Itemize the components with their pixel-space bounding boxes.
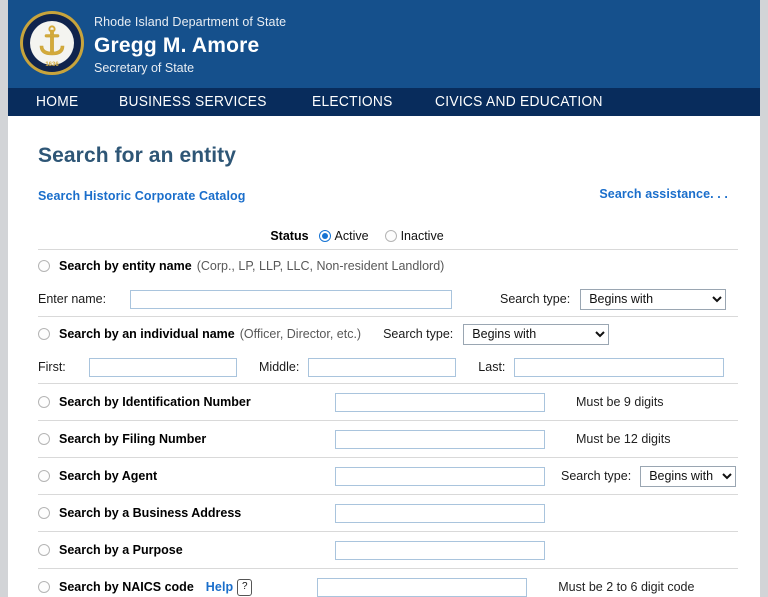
- radio-business-address[interactable]: [38, 507, 50, 519]
- status-label: Status: [270, 229, 308, 243]
- seal-year-text: 1636: [45, 62, 59, 68]
- first-name-label: First:: [38, 360, 89, 374]
- radio-entity-name[interactable]: [38, 260, 50, 272]
- department-name: Rhode Island Department of State: [94, 14, 286, 30]
- individual-search-type-select[interactable]: Begins with: [463, 324, 609, 345]
- sublabel-individual-name: (Officer, Director, etc.): [240, 327, 361, 341]
- status-label-active[interactable]: Active: [335, 229, 369, 243]
- label-business-address: Search by a Business Address: [59, 506, 335, 520]
- identification-number-input[interactable]: [335, 393, 545, 412]
- input-row-individual-name: First: Middle: Last:: [38, 351, 738, 383]
- option-row-agent: Search by Agent Search type: Begins with: [38, 458, 738, 494]
- question-mark-icon[interactable]: ?: [237, 579, 252, 596]
- nav-item-civics-and-education[interactable]: CIVICS AND EDUCATION: [435, 94, 603, 110]
- hint-filing-number: Must be 12 digits: [576, 432, 671, 446]
- quick-links-row: Search Historic Corporate Catalog Search…: [38, 187, 738, 207]
- option-row-purpose: Search by a Purpose: [38, 532, 738, 568]
- enter-name-label: Enter name:: [38, 292, 130, 306]
- agent-search-type-label: Search type:: [561, 469, 631, 483]
- radio-agent[interactable]: [38, 470, 50, 482]
- naics-code-input[interactable]: [317, 578, 527, 597]
- business-address-input[interactable]: [335, 504, 545, 523]
- option-row-naics-code: Search by NAICS code Help ? Must be 2 to…: [38, 569, 738, 597]
- status-radio-active[interactable]: [319, 230, 331, 242]
- masthead-text-block: Rhode Island Department of State Gregg M…: [94, 14, 286, 76]
- agent-search-type-select[interactable]: Begins with: [640, 466, 736, 487]
- label-entity-name: Search by entity name: [59, 259, 192, 273]
- last-name-label: Last:: [478, 360, 505, 374]
- option-row-filing-number: Search by Filing Number Must be 12 digit…: [38, 421, 738, 457]
- status-radio-inactive[interactable]: [385, 230, 397, 242]
- radio-identification-number[interactable]: [38, 396, 50, 408]
- hint-identification-number: Must be 9 digits: [576, 395, 664, 409]
- label-identification-number: Search by Identification Number: [59, 395, 335, 409]
- historic-catalog-link[interactable]: Search Historic Corporate Catalog: [38, 189, 246, 203]
- option-row-individual-name: Search by an individual name (Officer, D…: [38, 317, 738, 351]
- last-name-input[interactable]: [514, 358, 724, 377]
- label-agent: Search by Agent: [59, 469, 335, 483]
- label-individual-name: Search by an individual name: [59, 327, 235, 341]
- input-row-entity-name: Enter name: Search type: Begins with: [38, 282, 738, 316]
- entity-search-type-label: Search type:: [500, 292, 570, 306]
- label-purpose: Search by a Purpose: [59, 543, 335, 557]
- main-content: Search for an entity Search Historic Cor…: [8, 144, 760, 597]
- officer-name: Gregg M. Amore: [94, 32, 286, 59]
- page-container: 1636 Rhode Island Department of State Gr…: [8, 0, 760, 597]
- label-naics-code: Search by NAICS code: [59, 580, 194, 594]
- option-row-entity-name: Search by entity name (Corp., LP, LLP, L…: [38, 250, 738, 282]
- officer-role: Secretary of State: [94, 60, 286, 76]
- individual-search-type-label: Search type:: [383, 327, 453, 341]
- state-seal-logo: 1636: [18, 8, 86, 78]
- entity-name-input[interactable]: [130, 290, 452, 309]
- nav-item-elections[interactable]: ELECTIONS: [312, 94, 393, 110]
- radio-naics-code[interactable]: [38, 581, 50, 593]
- hint-naics-code: Must be 2 to 6 digit code: [558, 580, 694, 594]
- naics-help-link[interactable]: Help: [206, 580, 234, 594]
- radio-individual-name[interactable]: [38, 328, 50, 340]
- site-masthead: 1636 Rhode Island Department of State Gr…: [8, 0, 760, 88]
- filing-number-input[interactable]: [335, 430, 545, 449]
- purpose-input[interactable]: [335, 541, 545, 560]
- agent-input[interactable]: [335, 467, 545, 486]
- radio-purpose[interactable]: [38, 544, 50, 556]
- option-row-business-address: Search by a Business Address: [38, 495, 738, 531]
- status-label-inactive[interactable]: Inactive: [401, 229, 444, 243]
- status-row: Status Active Inactive: [38, 223, 738, 249]
- search-assistance-link[interactable]: Search assistance. . .: [599, 187, 728, 201]
- middle-name-input[interactable]: [308, 358, 456, 377]
- nav-item-home[interactable]: HOME: [36, 94, 78, 110]
- radio-filing-number[interactable]: [38, 433, 50, 445]
- sublabel-entity-name: (Corp., LP, LLP, LLC, Non-resident Landl…: [197, 259, 445, 273]
- label-filing-number: Search by Filing Number: [59, 432, 335, 446]
- middle-name-label: Middle:: [259, 360, 299, 374]
- main-navigation: HOME BUSINESS SERVICES ELECTIONS CIVICS …: [8, 88, 760, 116]
- nav-item-business-services[interactable]: BUSINESS SERVICES: [119, 94, 267, 110]
- first-name-input[interactable]: [89, 358, 237, 377]
- entity-search-type-select[interactable]: Begins with: [580, 289, 726, 310]
- option-row-identification-number: Search by Identification Number Must be …: [38, 384, 738, 420]
- page-title: Search for an entity: [38, 144, 738, 168]
